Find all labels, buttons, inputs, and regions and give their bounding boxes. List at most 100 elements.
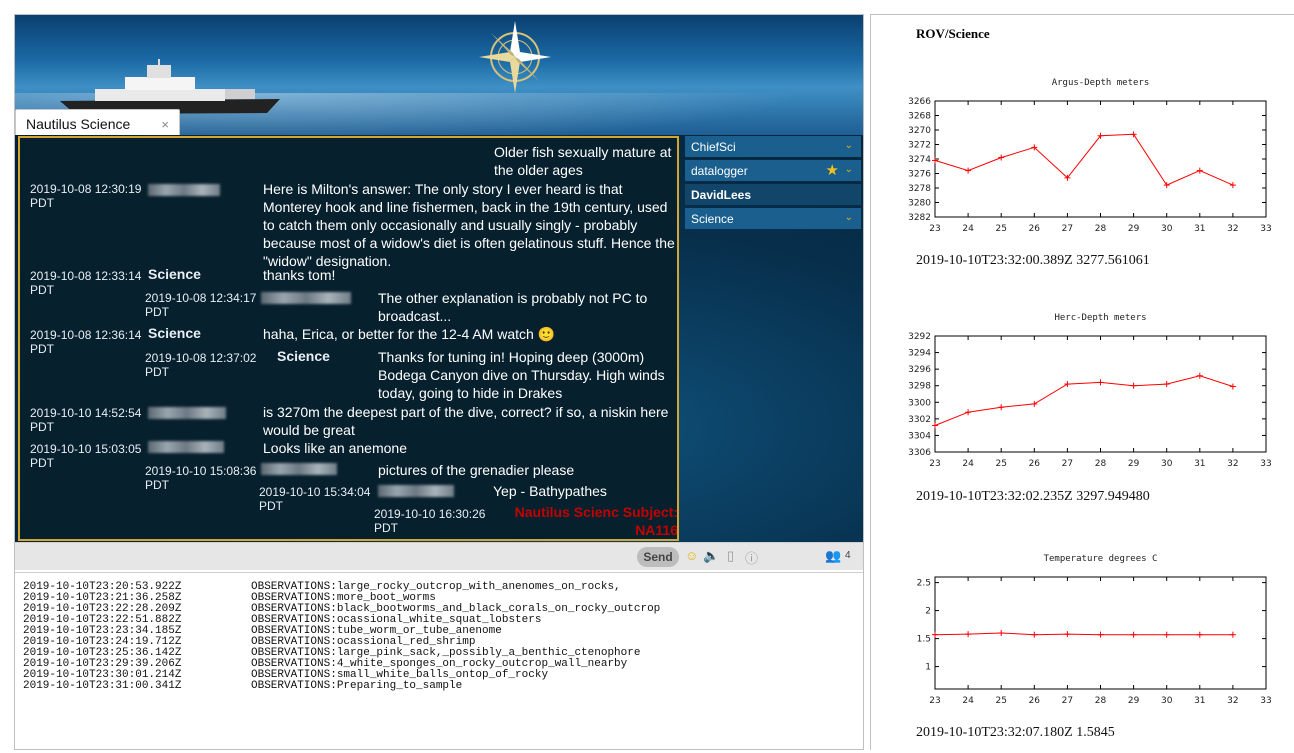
x-tick-label: 30 (1161, 224, 1173, 234)
message-input-bar[interactable]: Send ☺ 🔈 ▯ ⓘ 👥 4 (15, 542, 863, 570)
y-tick-label: 3282 (908, 213, 931, 223)
roster-item-datalogger[interactable]: datalogger ★ ⌄ (685, 160, 861, 181)
data-point (1097, 379, 1104, 386)
x-tick-label: 26 (1029, 459, 1041, 469)
users-icon[interactable]: 👥 (825, 548, 841, 564)
data-point (1130, 131, 1137, 138)
message-sender: Science (277, 348, 330, 364)
rov-science-panel: ROV/Science Argus-Depth meters 3266 3268 32… (870, 14, 1294, 750)
y-tick-label: 3268 (908, 112, 931, 122)
x-tick-label: 29 (1128, 459, 1140, 469)
close-icon[interactable]: × (161, 117, 169, 132)
message-timestamp: 2019-10-08 12:30:19 PDT (30, 182, 142, 210)
chevron-down-icon[interactable]: ⌄ (845, 140, 853, 151)
speaker-icon[interactable]: 🔈 (703, 548, 719, 564)
chat-area: Older fish sexually mature at the older … (15, 135, 863, 553)
y-tick-label: 1 (925, 663, 931, 673)
data-point (1229, 383, 1236, 390)
chart-title: Temperature degrees C (1044, 554, 1158, 564)
info-icon[interactable]: ⓘ (745, 548, 758, 567)
plot-frame (934, 100, 1267, 218)
y-tick-label: 3304 (908, 431, 931, 441)
document-icon[interactable]: ▯ (727, 548, 734, 564)
y-tick-label: 3278 (908, 184, 931, 194)
x-tick-label: 25 (995, 696, 1006, 706)
tab-label: Nautilus Science (26, 116, 131, 132)
x-tick-label: 28 (1095, 224, 1107, 234)
data-point (998, 404, 1005, 411)
message-text: Thanks for tuning in! Hoping deep (3000m… (378, 349, 665, 401)
roster-item-science[interactable]: Science ⌄ (685, 208, 861, 229)
x-tick-label: 31 (1194, 224, 1205, 234)
chevron-down-icon[interactable]: ⌄ (845, 164, 853, 175)
series-line (934, 133, 1234, 186)
roster-item-chiefsci[interactable]: ChiefSci ⌄ (685, 136, 861, 157)
x-tick-label: 28 (1095, 459, 1107, 469)
y-tick-label: 3306 (908, 448, 931, 458)
temperature-chart: Temperature degrees C 1 1.5 2 2.5 23 24 25 26 27 2… (901, 549, 1281, 721)
data-point (965, 409, 972, 416)
x-tick-label: 29 (1128, 224, 1140, 234)
redacted-username (261, 463, 337, 475)
x-tick-label: 30 (1161, 696, 1173, 706)
redacted-username (261, 292, 351, 304)
x-tick-label: 31 (1194, 459, 1205, 469)
x-tick-label: 24 (962, 696, 974, 706)
data-point (1130, 631, 1137, 638)
herc-depth-plot: Herc-Depth meters 3292 3294 3296 3298 3300 330… (908, 313, 1272, 469)
tab-nautilus-science[interactable]: Nautilus Science × (15, 109, 180, 137)
message-text: pictures of the grenadier please (378, 462, 575, 478)
argus-depth-reading: 2019-10-10T23:32:00.389Z 3277.561061 (916, 253, 1150, 268)
y-tick-label: 3298 (908, 382, 931, 392)
message-text: Here is Milton's answer: The only story … (263, 181, 675, 269)
series-line (934, 632, 1233, 636)
x-tick-label: 24 (962, 459, 974, 469)
y-tick-label: 3294 (908, 349, 931, 359)
message-text: is 3270m the deepest part of the dive, c… (263, 404, 669, 438)
argus-depth-plot: Argus-Depth meters 3266 3268 3270 3272 3274 32… (908, 78, 1272, 234)
system-subject-message: Nautilus Scienc Subject: NA116 (514, 504, 678, 538)
data-point (1064, 381, 1071, 388)
y-tick-label: 2 (925, 607, 931, 617)
herc-depth-reading: 2019-10-10T23:32:02.235Z 3297.949480 (916, 489, 1150, 504)
x-tick-label: 26 (1029, 696, 1041, 706)
chat-client-panel: Nautilus Science × Older fish sexually m… (14, 14, 864, 750)
redacted-username (148, 184, 220, 196)
compass-rose-logo (479, 21, 551, 93)
data-point (1097, 631, 1104, 638)
roster-item-davidlees[interactable]: DavidLees (685, 184, 861, 205)
message-timestamp: 2019-10-10 14:52:54 PDT (30, 406, 142, 434)
log-row: 2019-10-10T23:31:00.341Z OBSERVATIONS:Pre… (23, 680, 463, 692)
plot-frame (934, 335, 1267, 453)
message-text: Looks like an anemone (263, 440, 407, 456)
x-tick-label: 33 (1260, 459, 1271, 469)
data-point (1229, 182, 1236, 189)
star-icon: ★ (825, 162, 839, 179)
x-tick-label: 32 (1227, 459, 1238, 469)
data-point (932, 157, 938, 164)
observation-log: 2019-10-10T23:20:53.922Z OBSERVATIONS:lar… (15, 572, 863, 749)
x-tick-label: 31 (1194, 696, 1205, 706)
message-text: thanks tom! (263, 267, 336, 283)
message-timestamp: 2019-10-10 15:34:04 PDT (259, 485, 371, 513)
message-timestamp: 2019-10-08 12:37:02 PDT (145, 351, 257, 379)
message-timestamp: 2019-10-08 12:33:14 PDT (30, 269, 142, 297)
y-tick-label: 3280 (908, 199, 931, 209)
y-tick-label: 3270 (908, 126, 931, 136)
emoji-icon[interactable]: ☺ (685, 548, 698, 563)
data-point (1196, 167, 1203, 174)
data-point (932, 631, 938, 638)
chat-message-pane[interactable]: Older fish sexually mature at the older … (18, 136, 679, 541)
x-tick-label: 23 (929, 224, 940, 234)
chevron-down-icon[interactable]: ⌄ (845, 212, 853, 223)
data-point (998, 630, 1005, 636)
x-tick-label: 26 (1029, 224, 1041, 234)
x-tick-label: 32 (1227, 224, 1238, 234)
x-tick-label: 33 (1260, 696, 1271, 706)
x-tick-label: 27 (1062, 224, 1073, 234)
message-timestamp: 2019-10-08 12:36:14 PDT (30, 328, 142, 356)
data-point (998, 154, 1005, 161)
send-button[interactable]: Send (637, 547, 679, 567)
x-tick-label: 27 (1062, 696, 1073, 706)
message-text: The other explanation is probably not PC… (378, 290, 648, 324)
